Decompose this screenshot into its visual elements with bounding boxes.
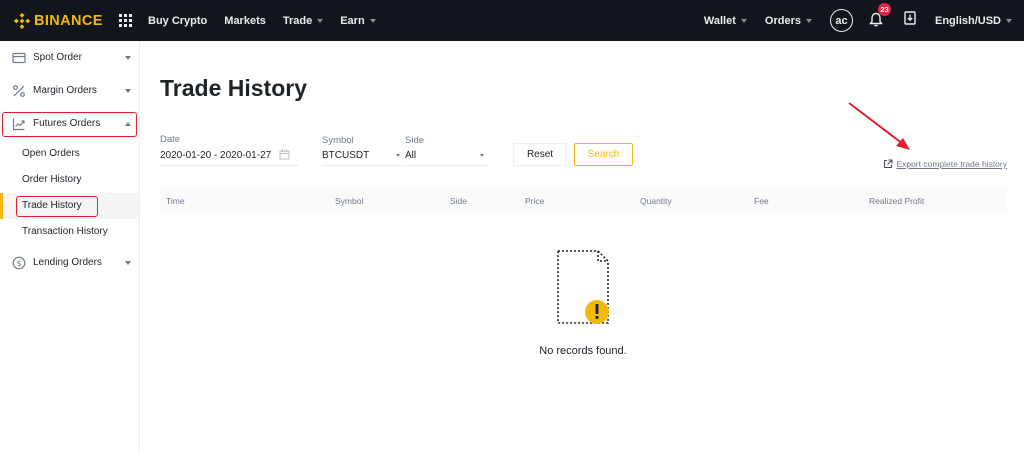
date-label: Date [160, 134, 181, 145]
highlight-box [16, 196, 98, 217]
external-link-icon [884, 159, 893, 169]
chevron-down-icon [480, 154, 484, 157]
page-title: Trade History [160, 75, 307, 101]
top-navbar: BINANCE Buy Crypto Markets Trade Earn Wa… [0, 0, 1024, 41]
search-button[interactable]: Search [574, 143, 633, 166]
nav-label: English/USD [934, 14, 1001, 27]
nav-earn[interactable]: Earn [340, 14, 376, 27]
notifications-button[interactable]: 23 [869, 2, 891, 30]
trade-table-header: Time Symbol Side Price Quantity Fee Real… [160, 187, 1007, 213]
binance-logo[interactable]: BINANCE [14, 12, 116, 29]
nav-wallet[interactable]: Wallet [704, 15, 747, 27]
sidebar-item-label: Spot Order [33, 52, 82, 63]
nav-buy-crypto[interactable]: Buy Crypto [148, 15, 207, 27]
nav-label: Orders [764, 14, 801, 27]
export-link-label: Export complete trade history [896, 159, 1007, 169]
annotation-arrow-icon [848, 102, 910, 150]
sidebar-item-label: Margin Orders [33, 85, 97, 96]
column-header-price: Price [525, 196, 545, 206]
percent-icon [13, 85, 25, 97]
date-range-value: 2020-01-20 - 2020-01-27 [160, 150, 272, 161]
chevron-down-icon [396, 154, 400, 157]
phone-download-icon [904, 11, 916, 25]
column-header-fee: Fee [754, 196, 769, 206]
nav-language-currency[interactable]: English/USD [935, 15, 1012, 27]
nav-label: Earn [340, 14, 365, 27]
nav-label: Markets [224, 14, 266, 27]
dollar-coin-icon: $ [12, 256, 26, 270]
nav-label: Buy Crypto [148, 14, 208, 27]
sidebar-item-margin-orders[interactable]: Margin Orders [0, 78, 139, 104]
sidebar-item-spot-order[interactable]: Spot Order [0, 45, 139, 71]
column-header-time: Time [166, 196, 185, 206]
nav-label: Wallet [703, 14, 736, 27]
user-nav: Wallet Orders ac 23 English/USD [704, 0, 1024, 41]
column-header-side: Side [450, 196, 468, 206]
chevron-down-icon [369, 18, 376, 23]
notification-count-badge: 23 [877, 2, 891, 16]
chevron-down-icon [317, 18, 324, 23]
nav-trade[interactable]: Trade [282, 14, 324, 27]
sidebar-item-transaction-history[interactable]: Transaction History [0, 219, 139, 245]
symbol-value: BTCUSDT [322, 150, 370, 161]
svg-text:$: $ [16, 259, 21, 268]
reset-button[interactable]: Reset [513, 143, 567, 166]
column-header-quantity: Quantity [640, 196, 672, 206]
chevron-down-icon [125, 89, 131, 93]
chevron-down-icon [125, 261, 131, 265]
chevron-down-icon [805, 18, 812, 23]
empty-document-warning-icon [557, 250, 609, 324]
download-app-button[interactable] [904, 11, 916, 30]
sidebar-item-open-orders[interactable]: Open Orders [0, 141, 139, 167]
side-underline [405, 165, 487, 166]
avatar[interactable]: ac [829, 9, 853, 32]
nav-orders[interactable]: Orders [765, 15, 812, 27]
sidebar: Spot Order Margin Orders Futures Orders … [0, 41, 140, 453]
brand-name: BINANCE [34, 12, 103, 29]
export-trade-history-link[interactable]: Export complete trade history [883, 159, 1007, 169]
column-header-realized-profit: Realized Profit [869, 196, 925, 206]
apps-grid-icon[interactable] [119, 13, 133, 28]
binance-logo-icon [14, 12, 30, 29]
chevron-down-icon [740, 18, 747, 23]
column-header-symbol: Symbol [335, 196, 364, 206]
sidebar-item-label: Lending Orders [33, 257, 102, 268]
calendar-icon [279, 149, 290, 160]
nav-label: Trade [282, 14, 313, 27]
side-value: All [405, 150, 417, 161]
highlight-box [2, 112, 137, 137]
chevron-down-icon [1006, 18, 1012, 23]
card-icon [12, 52, 26, 64]
symbol-underline [322, 165, 402, 166]
symbol-label: Symbol [322, 135, 354, 146]
sidebar-item-order-history[interactable]: Order History [0, 167, 139, 193]
main-nav: Buy Crypto Markets Trade Earn [148, 15, 393, 27]
empty-state-message: No records found. [539, 345, 627, 357]
side-label: Side [405, 135, 425, 146]
sidebar-item-lending-orders[interactable]: $ Lending Orders [0, 250, 139, 276]
date-underline [160, 165, 299, 166]
nav-markets[interactable]: Markets [224, 15, 266, 27]
chevron-down-icon [125, 56, 131, 60]
